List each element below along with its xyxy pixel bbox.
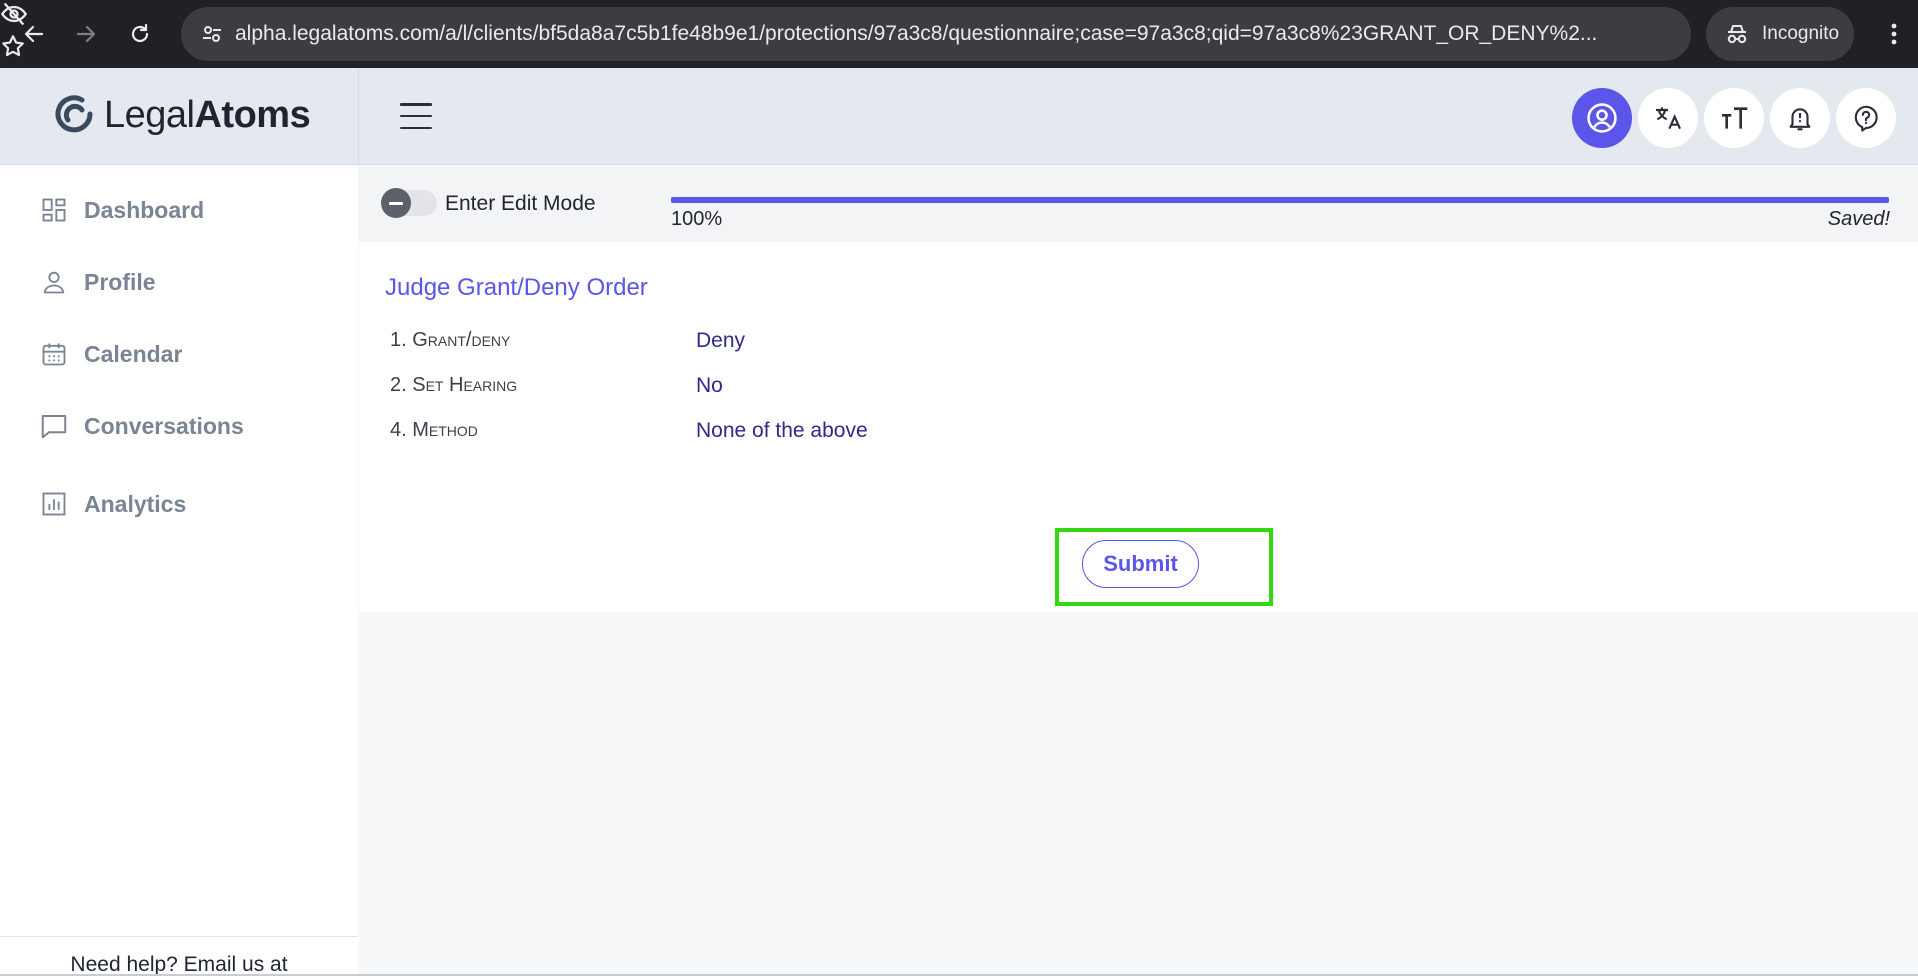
edit-mode-toggle[interactable] <box>381 188 437 218</box>
tune-icon <box>203 26 221 42</box>
site-info-button[interactable] <box>192 14 232 54</box>
question-label: 4. Method <box>390 419 478 441</box>
user-circle-icon <box>1587 103 1617 133</box>
sidebar: Dashboard Profile Calendar Conversations… <box>0 165 358 976</box>
answer-value[interactable]: No <box>696 374 723 398</box>
edit-mode-label: Enter Edit Mode <box>445 192 596 215</box>
app-logo[interactable]: LegalAtoms <box>52 92 311 138</box>
text-size-icon <box>1722 107 1748 129</box>
help-bubble-icon <box>1854 105 1878 132</box>
chat-bubble-icon <box>41 415 67 439</box>
questionnaire-toolbar: Enter Edit Mode 100% Saved! <box>359 166 1918 242</box>
progress-bar <box>671 197 1889 203</box>
url-text[interactable]: alpha.legalatoms.com/a/l/clients/bf5da8a… <box>235 7 1755 61</box>
back-button[interactable] <box>10 10 58 58</box>
person-icon <box>43 271 65 294</box>
hamburger-icon <box>400 103 432 106</box>
legalatoms-logo-icon <box>55 95 93 133</box>
answer-value[interactable]: None of the above <box>696 419 868 443</box>
browser-menu-button[interactable] <box>1876 14 1912 54</box>
menu-toggle-button[interactable] <box>400 103 432 129</box>
language-button[interactable] <box>1638 88 1698 148</box>
bar-chart-icon <box>42 492 66 516</box>
forward-button[interactable] <box>62 10 110 58</box>
sidebar-item-profile[interactable]: Profile <box>38 266 156 298</box>
address-bar[interactable]: alpha.legalatoms.com/a/l/clients/bf5da8a… <box>181 7 1691 61</box>
sidebar-item-dashboard[interactable]: Dashboard <box>38 194 204 226</box>
sidebar-item-label: Conversations <box>84 412 244 439</box>
notifications-button[interactable] <box>1770 88 1830 148</box>
browser-toolbar: alpha.legalatoms.com/a/l/clients/bf5da8a… <box>0 0 1918 68</box>
submit-button[interactable]: Submit <box>1082 540 1199 588</box>
header-divider <box>358 68 359 165</box>
sidebar-item-conversations[interactable]: Conversations <box>38 410 244 442</box>
incognito-badge[interactable]: Incognito <box>1706 7 1854 61</box>
progress-percent: 100% <box>671 208 723 230</box>
sidebar-item-label: Analytics <box>84 490 187 517</box>
logo-text: LegalAtoms <box>104 93 311 136</box>
text-size-button[interactable] <box>1704 88 1764 148</box>
answer-value[interactable]: Deny <box>696 329 745 353</box>
sidebar-item-label: Calendar <box>84 340 183 367</box>
translate-icon <box>1656 107 1681 130</box>
incognito-label: Incognito <box>1762 23 1840 44</box>
reload-icon <box>131 23 149 43</box>
bell-alert-icon <box>1789 108 1811 131</box>
question-label: 2. Set Hearing <box>390 374 518 396</box>
help-button[interactable] <box>1836 88 1896 148</box>
arrow-left-icon <box>24 25 44 43</box>
save-status: Saved! <box>1827 208 1890 230</box>
answer-row: 1. Grant/deny Deny <box>390 329 1390 357</box>
incognito-icon <box>1727 25 1747 44</box>
arrow-right-icon <box>76 25 96 43</box>
help-footer: Need help? Email us at <box>0 936 358 976</box>
more-vertical-icon <box>1891 23 1897 45</box>
dashboard-grid-icon <box>42 198 66 222</box>
sidebar-item-label: Profile <box>84 268 156 295</box>
app-header: LegalAtoms <box>0 68 1918 165</box>
sidebar-item-analytics[interactable]: Analytics <box>38 488 186 520</box>
calendar-icon <box>42 343 66 366</box>
answer-row: 4. Method None of the above <box>390 419 1390 447</box>
minus-icon <box>389 201 403 205</box>
page-title: Judge Grant/Deny Order <box>385 274 648 301</box>
answer-row: 2. Set Hearing No <box>390 374 1390 402</box>
toggle-knob <box>381 188 411 218</box>
sidebar-item-label: Dashboard <box>84 196 205 223</box>
question-label: 1. Grant/deny <box>390 329 511 351</box>
progress-fill <box>671 197 1889 203</box>
questionnaire-summary: Judge Grant/Deny Order 1. Grant/deny Den… <box>359 242 1918 612</box>
sidebar-item-calendar[interactable]: Calendar <box>38 338 182 370</box>
account-button[interactable] <box>1572 88 1632 148</box>
reload-button[interactable] <box>116 10 164 58</box>
